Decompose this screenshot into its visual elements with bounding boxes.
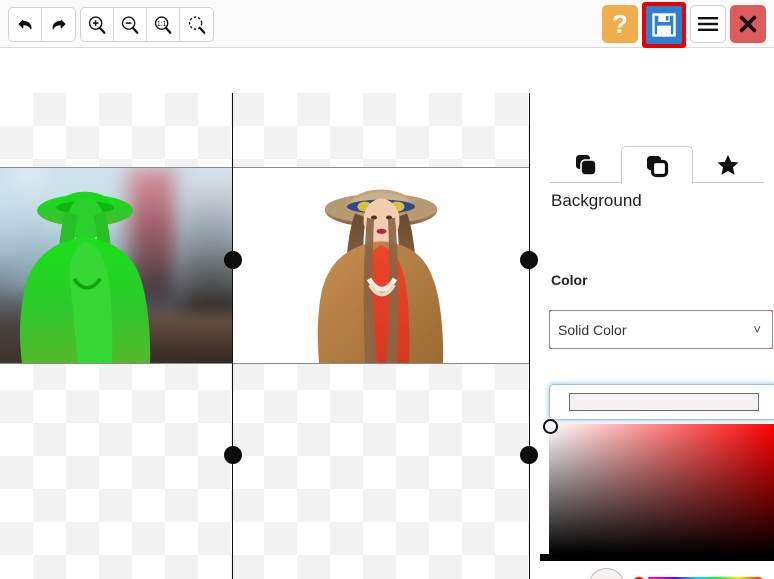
crop-handle-top-right[interactable] <box>520 251 538 269</box>
crop-handle-top-left[interactable] <box>224 251 242 269</box>
tab-foreground[interactable] <box>550 146 621 183</box>
close-button[interactable] <box>730 5 766 43</box>
star-icon <box>717 154 739 175</box>
color-preview-circle <box>588 568 625 579</box>
redo-icon <box>52 19 66 30</box>
hue-slider-knob[interactable] <box>628 573 650 579</box>
zoom-in-icon <box>88 15 106 34</box>
zoom-button-group: 1:1 <box>80 7 214 42</box>
right-side-panel: Background TransparentSolid ColorImageBl… <box>540 93 774 579</box>
help-button[interactable]: ? <box>602 5 638 43</box>
zoom-fit-icon <box>188 15 205 34</box>
color-swatch-preview <box>569 393 759 411</box>
zoom-out-button[interactable] <box>114 8 147 41</box>
canvas-right-gutter <box>530 93 540 579</box>
question-mark-icon: ? <box>612 9 628 39</box>
top-toolbar: 1:1 ? <box>0 0 774 48</box>
zoom-actual-button[interactable]: 1:1 <box>147 8 180 41</box>
panel-divider <box>540 554 774 561</box>
color-swatch-button[interactable] <box>549 384 774 420</box>
result-image-transparent-bg[interactable] <box>233 168 530 363</box>
floppy-disk-icon <box>652 13 676 37</box>
save-button-highlight <box>642 2 686 48</box>
guide-line-right <box>529 93 530 579</box>
close-x-icon <box>739 15 757 33</box>
app-root: 1:1 ? Background Solid Color ˅ Color <box>0 0 774 579</box>
layers-outline-icon <box>646 155 669 177</box>
color-label: Color <box>551 272 588 288</box>
zoom-fit-button[interactable] <box>180 8 213 41</box>
redo-button[interactable] <box>42 8 75 41</box>
saturation-value-picker[interactable] <box>549 424 774 554</box>
zoom-in-button[interactable] <box>81 8 114 41</box>
svg-text:1:1: 1:1 <box>157 20 167 27</box>
tab-background[interactable] <box>621 146 693 184</box>
panel-tabs <box>550 146 764 184</box>
tab-effects[interactable] <box>693 146 764 183</box>
background-type-select-wrap: TransparentSolid ColorImageBlur ˅ <box>549 310 773 349</box>
background-type-select[interactable]: TransparentSolid ColorImageBlur <box>549 310 773 349</box>
hamburger-menu-icon <box>698 17 718 31</box>
history-button-group <box>8 7 76 42</box>
undo-icon <box>18 19 31 30</box>
save-button[interactable] <box>646 6 682 44</box>
layers-filled-icon <box>575 155 597 176</box>
crop-handle-bottom-right[interactable] <box>520 446 538 464</box>
zoom-out-icon <box>121 15 139 34</box>
subject-cutout <box>233 168 530 363</box>
guide-line-left <box>232 93 233 579</box>
image-comparison-strip <box>0 167 530 364</box>
saturation-value-cursor[interactable] <box>543 419 558 434</box>
crop-handle-bottom-left[interactable] <box>224 446 242 464</box>
zoom-one-to-one-icon: 1:1 <box>154 15 172 34</box>
menu-button[interactable] <box>690 5 726 43</box>
undo-button[interactable] <box>9 8 42 41</box>
original-image-with-mask[interactable] <box>0 168 233 363</box>
panel-section-title: Background <box>551 191 642 210</box>
toolbar-right-group: ? <box>602 2 766 48</box>
green-mask-figure <box>0 168 233 363</box>
